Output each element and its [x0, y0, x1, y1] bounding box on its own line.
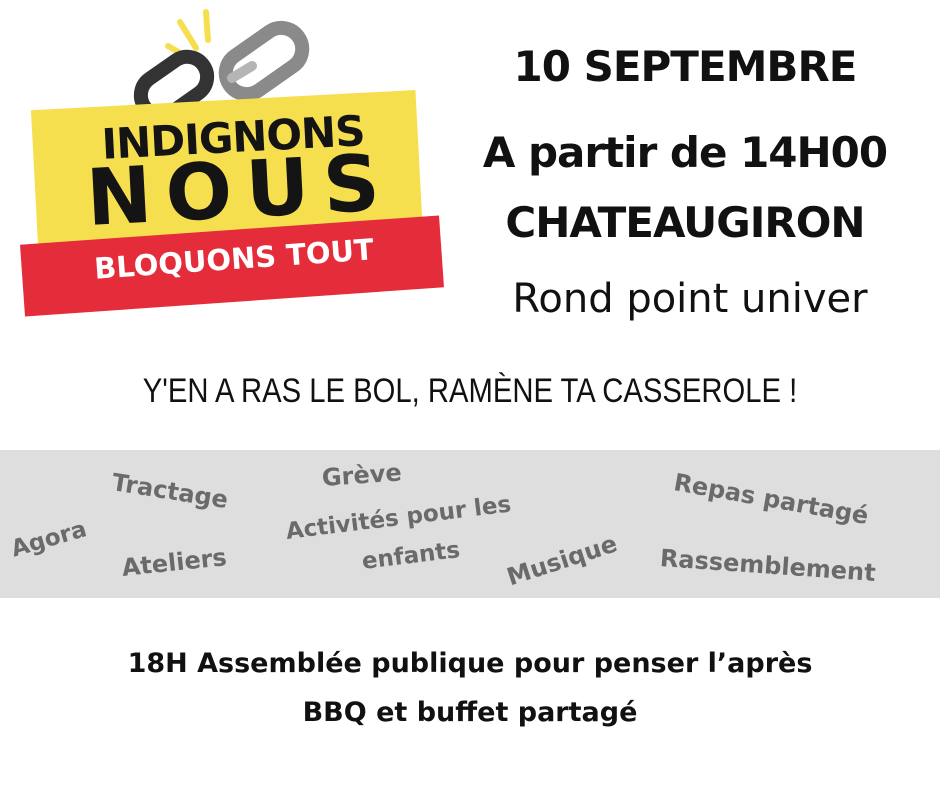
- event-date: 10 SEPTEMBRE: [513, 42, 858, 91]
- event-place: Rond point univer: [512, 276, 868, 322]
- activity-greve: Grève: [320, 458, 403, 492]
- footer-line1: 18H Assemblée publique pour penser l’apr…: [127, 648, 813, 679]
- event-city: CHATEAUGIRON: [505, 198, 865, 247]
- logo: INDIGNONS NOUS BLOQUONS TOUT: [0, 0, 444, 340]
- event-time: A partir de 14H00: [482, 128, 888, 177]
- footer-line2: BBQ et buffet partagé: [302, 697, 638, 728]
- slogan: Y'EN A RAS LE BOL, RAMÈNE TA CASSEROLE !: [142, 372, 798, 410]
